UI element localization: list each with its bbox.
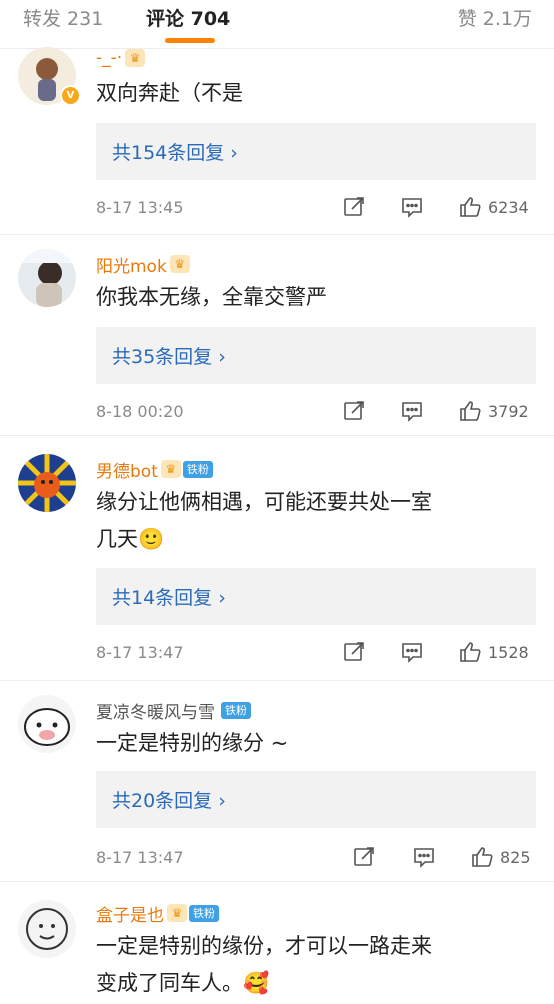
comment-meta: 8-17 13:47 1528 [96, 640, 536, 666]
comment-text-line: 双向奔赴（不是 [96, 81, 243, 105]
comment-button[interactable] [400, 195, 424, 219]
username-row: 男德bot ♛ 铁粉 [96, 456, 213, 482]
thumbs-up-icon [460, 197, 481, 217]
share-button[interactable] [342, 195, 366, 219]
like-count: 3792 [488, 401, 529, 421]
like-count: 6234 [488, 197, 529, 217]
like-button[interactable]: 1528 [458, 640, 529, 664]
username-row: 阳光mok ♛ [96, 251, 190, 277]
username-row: 夏凉冬暖风与雪 铁粉 [96, 697, 251, 723]
comment-icon [414, 848, 434, 868]
comment-item: 夏凉冬暖风与雪 铁粉 一定是特别的缘分 ~ 共20条回复 › 8-17 13:4… [0, 681, 554, 882]
tab-repost[interactable]: 转发 231 [23, 4, 103, 31]
thumbs-up-icon [472, 847, 493, 867]
username[interactable]: 男德bot [96, 457, 158, 482]
thumbs-up-icon [460, 401, 481, 421]
username[interactable]: 盒子是也 [96, 901, 164, 926]
timestamp: 8-18 00:20 [96, 402, 184, 421]
like-button[interactable]: 825 [470, 845, 531, 869]
comment-icon [402, 402, 422, 422]
avatar[interactable] [18, 695, 76, 753]
verified-badge: V [60, 85, 81, 106]
share-icon [344, 401, 364, 420]
username-row: 盒子是也 ♛ 铁粉 [96, 900, 219, 926]
tab-comment[interactable]: 评论 704 [146, 4, 230, 31]
comment-meta: 8-18 00:20 3792 [96, 399, 536, 425]
fan-badge: 铁粉 [189, 904, 219, 922]
share-icon [354, 847, 374, 866]
comment-text: 双向奔赴（不是 [96, 75, 534, 112]
comment-icon [402, 643, 422, 663]
username[interactable]: 夏凉冬暖风与雪 [96, 698, 215, 723]
comment-text: 缘分让他俩相遇，可能还要共处一室 几天🙂 [96, 484, 534, 558]
crown-icon: ♛ [169, 255, 190, 273]
comment-text-line: 一定是特别的缘分 ~ [96, 731, 289, 755]
comment-text-line: 一定是特别的缘份，才可以一路走来 [96, 934, 432, 958]
timestamp: 8-17 13:45 [96, 198, 184, 217]
like-button[interactable]: 3792 [458, 399, 529, 423]
comment-text: 一定是特别的缘份，才可以一路走来 变成了同车人。🥰 [96, 928, 534, 1002]
fan-badge: 铁粉 [182, 460, 213, 478]
fan-badge: 铁粉 [221, 701, 251, 719]
share-button[interactable] [342, 640, 366, 664]
crown-icon: ♛ [160, 460, 181, 478]
comment-button[interactable] [412, 845, 436, 869]
comment-button[interactable] [400, 640, 424, 664]
view-replies-link[interactable]: 共14条回复 › [112, 583, 226, 610]
username-row: -_-· ♛ [96, 45, 146, 71]
comment-text-line: 几天🙂 [96, 527, 165, 551]
comment-item: V -_-· ♛ 双向奔赴（不是 共154条回复 › 8-17 13:45 62… [0, 47, 554, 235]
crown-icon: ♛ [125, 49, 146, 67]
comment-text-line: 缘分让他俩相遇，可能还要共处一室 [96, 490, 432, 514]
view-replies-link[interactable]: 共20条回复 › [112, 786, 226, 813]
view-replies-link[interactable]: 共154条回复 › [112, 138, 238, 165]
comment-button[interactable] [400, 399, 424, 423]
comment-text-line: 变成了同车人。🥰 [96, 971, 270, 995]
username[interactable]: -_-· [96, 48, 122, 68]
thumbs-up-icon [460, 642, 481, 662]
username[interactable]: 阳光mok [96, 252, 167, 277]
comment-item: 男德bot ♛ 铁粉 缘分让他俩相遇，可能还要共处一室 几天🙂 共14条回复 ›… [0, 436, 554, 681]
reply-box[interactable]: 共154条回复 › [96, 123, 536, 180]
comment-tabs: 转发 231 评论 704 赞 2.1万 [0, 0, 554, 49]
crown-icon: ♛ [167, 904, 187, 922]
timestamp: 8-17 13:47 [96, 848, 184, 867]
comment-meta: 8-17 13:45 6234 [96, 195, 536, 221]
like-count: 1528 [488, 642, 529, 662]
active-tab-indicator [165, 38, 215, 43]
comment-text: 一定是特别的缘分 ~ [96, 725, 534, 762]
avatar[interactable] [18, 900, 76, 958]
comment-icon [402, 198, 422, 218]
avatar[interactable] [18, 249, 76, 307]
timestamp: 8-17 13:47 [96, 643, 184, 662]
reply-box[interactable]: 共14条回复 › [96, 568, 536, 625]
tab-like[interactable]: 赞 2.1万 [458, 4, 532, 31]
share-button[interactable] [342, 399, 366, 423]
comment-text: 你我本无缘，全靠交警严 [96, 279, 534, 316]
avatar[interactable] [18, 454, 76, 512]
reply-box[interactable]: 共35条回复 › [96, 327, 536, 384]
share-icon [344, 642, 364, 661]
comment-meta: 8-17 13:47 825 [96, 845, 536, 871]
share-button[interactable] [352, 845, 376, 869]
comment-item: 盒子是也 ♛ 铁粉 一定是特别的缘份，才可以一路走来 变成了同车人。🥰 [0, 882, 554, 1004]
reply-box[interactable]: 共20条回复 › [96, 771, 536, 828]
view-replies-link[interactable]: 共35条回复 › [112, 342, 226, 369]
like-count: 825 [500, 847, 531, 867]
comment-text-line: 你我本无缘，全靠交警严 [96, 285, 327, 309]
like-button[interactable]: 6234 [458, 195, 529, 219]
comment-item: 阳光mok ♛ 你我本无缘，全靠交警严 共35条回复 › 8-18 00:20 … [0, 235, 554, 436]
share-icon [344, 197, 364, 216]
